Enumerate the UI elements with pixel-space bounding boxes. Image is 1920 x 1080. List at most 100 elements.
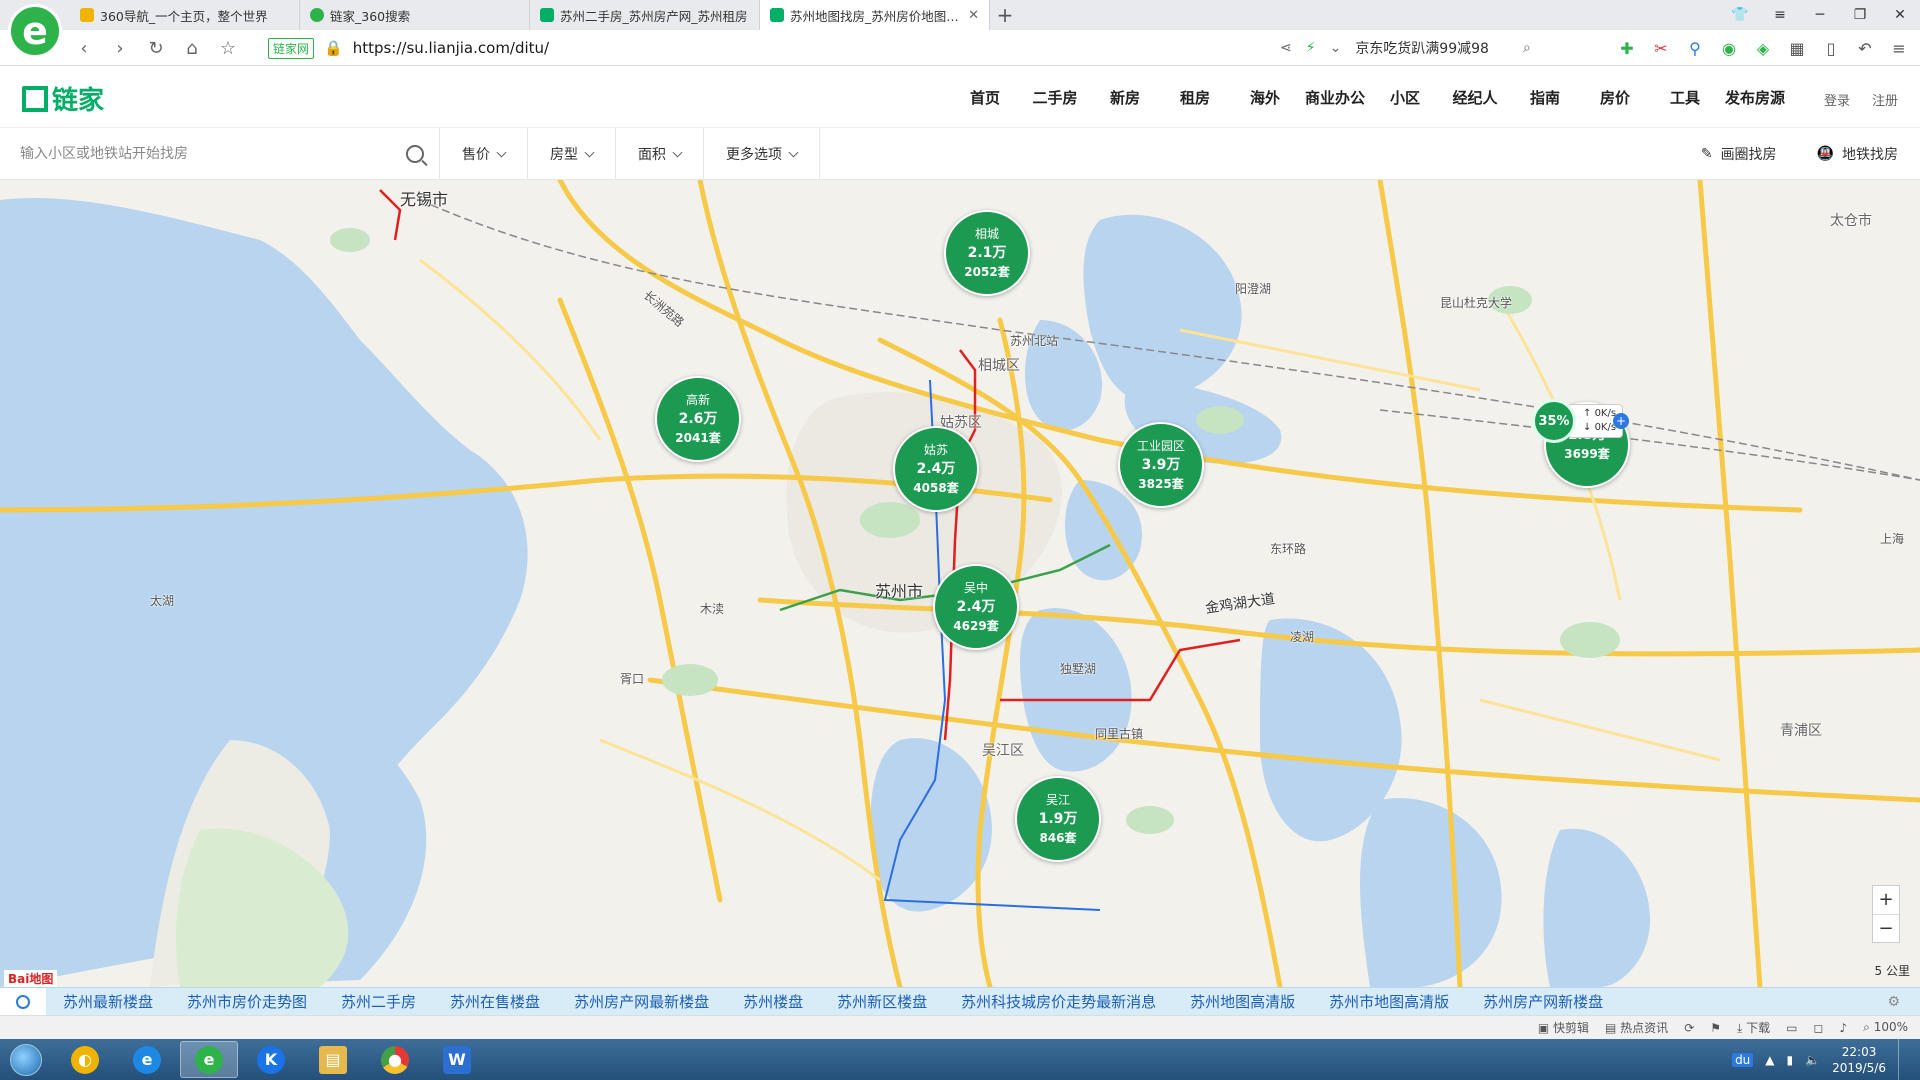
bottom-link[interactable]: 苏州房产网新楼盘 xyxy=(1466,991,1620,1012)
bottom-link[interactable]: 苏州楼盘 xyxy=(726,991,820,1012)
network-speed-widget[interactable]: 35% ↑ 0K/s ↓ 0K/s + xyxy=(1532,399,1652,443)
bottom-link[interactable]: 苏州地图高清版 xyxy=(1173,991,1312,1012)
taskbar-app[interactable]: ◐ xyxy=(56,1041,114,1078)
nav-agent[interactable]: 经纪人 xyxy=(1440,87,1510,108)
chevron-up-icon[interactable]: ▲ xyxy=(1765,1053,1774,1067)
taskbar-app[interactable]: W xyxy=(428,1041,486,1078)
brand-logo[interactable]: 链家 xyxy=(22,80,104,117)
gear-icon[interactable]: ⚙ xyxy=(1887,994,1900,1010)
bottom-link[interactable]: 苏州市房价走势图 xyxy=(170,991,324,1012)
pin-icon[interactable]: ⚑ xyxy=(1710,1021,1721,1035)
browser-tab-active[interactable]: 苏州地图找房_苏州房价地图(苏州 ✕ xyxy=(760,0,990,30)
reload-icon[interactable]: ↻ xyxy=(142,34,170,62)
window-icon[interactable]: ◻ xyxy=(1814,1021,1824,1035)
browser-tab[interactable]: 360导航_一个主页，整个世界 xyxy=(70,0,300,30)
register-link[interactable]: 注册 xyxy=(1872,90,1898,109)
search-promo[interactable]: 京东吃货趴满99减98 xyxy=(1355,38,1489,58)
share-icon[interactable]: ⋖ xyxy=(1280,40,1292,56)
apps-icon[interactable]: ▦ xyxy=(1786,39,1808,58)
bottom-link[interactable]: 苏州科技城房价走势最新消息 xyxy=(944,991,1173,1012)
phone-icon[interactable]: ▯ xyxy=(1820,39,1842,58)
cluster-gusu[interactable]: 姑苏 2.4万 4058套 xyxy=(893,426,979,512)
nav-rent[interactable]: 租房 xyxy=(1160,87,1230,108)
zoom-in-button[interactable]: + xyxy=(1873,886,1899,915)
bottom-link[interactable]: 苏州市地图高清版 xyxy=(1312,991,1466,1012)
home-icon[interactable]: ⌂ xyxy=(178,34,206,62)
cluster-wujiang[interactable]: 吴江 1.9万 846套 xyxy=(1015,776,1101,862)
filter-area[interactable]: 面积 xyxy=(616,128,704,180)
volume-icon[interactable]: ♪ xyxy=(1839,1021,1847,1035)
nav-new-house[interactable]: 新房 xyxy=(1090,87,1160,108)
baidu-tray-icon[interactable]: du xyxy=(1732,1052,1754,1067)
nav-price[interactable]: 房价 xyxy=(1580,87,1650,108)
bottom-link[interactable]: 苏州在售楼盘 xyxy=(433,991,557,1012)
bottom-link[interactable]: 苏州最新楼盘 xyxy=(46,991,170,1012)
zoom-out-button[interactable]: − xyxy=(1873,915,1899,943)
star-icon[interactable]: ☆ xyxy=(214,34,242,62)
nav-community[interactable]: 小区 xyxy=(1370,87,1440,108)
filter-more[interactable]: 更多选项 xyxy=(704,128,820,180)
bottom-link[interactable]: 苏州新区楼盘 xyxy=(820,991,944,1012)
taskbar-app[interactable]: e xyxy=(118,1041,176,1078)
start-button[interactable] xyxy=(0,1039,52,1080)
taskbar-app-active[interactable]: e xyxy=(180,1041,238,1078)
search-input[interactable] xyxy=(0,129,400,179)
clock[interactable]: 22:03 2019/5/6 xyxy=(1832,1044,1886,1076)
map-canvas[interactable]: 无锡市 苏州北站 相城区 苏州市 姑苏区 吴江区 太仓市 青浦区 金鸡湖大道 阳… xyxy=(0,180,1920,987)
nav-tools[interactable]: 工具 xyxy=(1650,87,1720,108)
shirt-icon[interactable]: 👕 xyxy=(1720,0,1760,30)
browser-logo-icon[interactable]: e xyxy=(8,4,62,58)
url-field[interactable]: 链家网 🔒 https://su.lianjia.com/ditu/ xyxy=(268,35,1268,61)
lightning-icon[interactable]: ⚡ xyxy=(1306,40,1316,56)
url-text[interactable]: https://su.lianjia.com/ditu/ xyxy=(353,39,549,57)
shield-icon[interactable]: ◈ xyxy=(1752,39,1774,58)
refresh-icon[interactable]: ⟳ xyxy=(1684,1021,1694,1035)
metro-search-button[interactable]: 🚇 地铁找房 xyxy=(1817,144,1898,164)
menu-icon[interactable]: ≡ xyxy=(1760,0,1800,30)
plus-icon[interactable]: + xyxy=(1613,413,1630,429)
magnifier-icon[interactable]: ⚲ xyxy=(1684,39,1706,58)
tab-close-icon[interactable]: ✕ xyxy=(968,8,979,23)
taskbar-app[interactable]: K xyxy=(242,1041,300,1078)
login-link[interactable]: 登录 xyxy=(1824,90,1850,109)
filter-price[interactable]: 售价 xyxy=(440,128,528,180)
bottom-link[interactable]: 苏州房产网最新楼盘 xyxy=(557,991,726,1012)
draw-search-button[interactable]: ✎ 画圈找房 xyxy=(1701,144,1777,164)
filter-layout[interactable]: 房型 xyxy=(528,128,616,180)
quick-clip-button[interactable]: ▣ 快剪辑 xyxy=(1538,1019,1589,1036)
download-button[interactable]: ⤓ 下载 xyxy=(1737,1019,1770,1036)
browser-tab[interactable]: 链家_360搜索 xyxy=(300,0,530,30)
cluster-wuzhong[interactable]: 吴中 2.4万 4629套 xyxy=(933,564,1019,650)
nav-home[interactable]: 首页 xyxy=(950,87,1020,108)
nav-guide[interactable]: 指南 xyxy=(1510,87,1580,108)
cluster-gaoxin[interactable]: 高新 2.6万 2041套 xyxy=(655,376,741,462)
taskbar-app[interactable]: ● xyxy=(366,1041,424,1078)
scissors-icon[interactable]: ✂ xyxy=(1650,39,1672,58)
screen-icon[interactable]: ▭ xyxy=(1786,1021,1797,1035)
extension-icon[interactable]: ✚ xyxy=(1616,39,1638,58)
search-icon[interactable] xyxy=(0,987,46,1016)
minimize-icon[interactable]: ─ xyxy=(1800,0,1840,30)
search-icon[interactable]: ⌕ xyxy=(1523,40,1531,56)
speaker-icon[interactable]: 🔈 xyxy=(1805,1053,1820,1067)
cluster-sip[interactable]: 工业园区 3.9万 3825套 xyxy=(1118,422,1204,508)
browser-tab[interactable]: 苏州二手房_苏州房产网_苏州租房 xyxy=(530,0,760,30)
chevron-down-icon[interactable]: ⌄ xyxy=(1330,40,1342,56)
nav-post-listing[interactable]: 发布房源 xyxy=(1720,87,1790,108)
hamburger-icon[interactable]: ≡ xyxy=(1888,39,1910,58)
undo-icon[interactable]: ↶ xyxy=(1854,39,1876,58)
new-tab-button[interactable]: + xyxy=(990,0,1020,30)
bottom-link[interactable]: 苏州二手房 xyxy=(324,991,433,1012)
gamepad-icon[interactable]: ◉ xyxy=(1718,39,1740,58)
hot-news-button[interactable]: ▤ 热点资讯 xyxy=(1605,1019,1668,1036)
zoom-level[interactable]: ⌕ 100% xyxy=(1863,1020,1908,1035)
cluster-xiangcheng[interactable]: 相城 2.1万 2052套 xyxy=(944,210,1030,296)
show-desktop-button[interactable] xyxy=(1898,1039,1910,1080)
forward-icon[interactable]: › xyxy=(106,34,134,62)
maximize-icon[interactable]: ❐ xyxy=(1840,0,1880,30)
signal-icon[interactable]: ▮ xyxy=(1787,1053,1794,1067)
back-icon[interactable]: ‹ xyxy=(70,34,98,62)
nav-overseas[interactable]: 海外 xyxy=(1230,87,1300,108)
nav-second-hand[interactable]: 二手房 xyxy=(1020,87,1090,108)
taskbar-app[interactable]: ▤ xyxy=(304,1041,362,1078)
